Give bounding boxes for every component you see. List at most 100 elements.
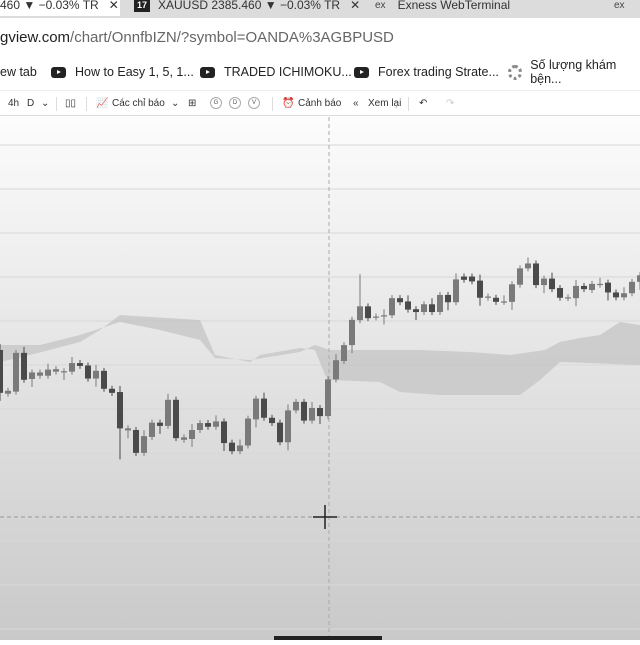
- bookmark-forex-trading[interactable]: Forex trading Strate...: [354, 65, 499, 79]
- youtube-icon: [51, 66, 66, 78]
- candle-body: [173, 399, 179, 439]
- undo-icon[interactable]: ↶: [419, 98, 427, 109]
- candle-body: [229, 442, 235, 452]
- alert-button[interactable]: Cảnh báo: [298, 98, 341, 109]
- bookmark-traded-ichimoku[interactable]: TRADED ICHIMOKU...: [200, 65, 352, 79]
- tab-strip: 460 ▼ −0.03% TR ✕ 17 XAUUSD 2385.460 ▼ −0.…: [0, 0, 640, 18]
- interval-d-button[interactable]: D: [27, 98, 34, 109]
- candle-body: [125, 428, 131, 431]
- close-icon[interactable]: ✕: [350, 0, 360, 12]
- address-bar[interactable]: gview.com/chart/OnnfbIZN/?symbol=OANDA%3…: [0, 18, 640, 54]
- chart-canvas[interactable]: [0, 117, 640, 640]
- candle-body: [285, 410, 291, 443]
- v-button[interactable]: V: [248, 97, 260, 109]
- g-button[interactable]: G: [210, 97, 222, 109]
- candle-body: [557, 287, 563, 298]
- candle-body: [301, 401, 307, 421]
- candle-body: [261, 398, 267, 418]
- candle-body: [269, 417, 275, 424]
- candle-body: [189, 430, 195, 439]
- candle-body: [61, 371, 67, 373]
- candle-body: [69, 363, 75, 372]
- divider: [56, 97, 57, 111]
- divider: [408, 97, 409, 111]
- candle-body: [149, 422, 155, 437]
- candle-body: [389, 298, 395, 316]
- candle-body: [453, 279, 459, 303]
- candle-body: [5, 390, 11, 394]
- gear-icon: [508, 64, 523, 80]
- chevron-down-icon[interactable]: ⌄: [171, 98, 179, 109]
- candle-body: [621, 293, 627, 298]
- tab-gbpusd[interactable]: 460 ▼ −0.03% TR ✕: [0, 0, 120, 16]
- candle-body: [197, 423, 203, 430]
- candle-body: [589, 283, 595, 290]
- candle-body: [13, 352, 19, 392]
- candle-body: [93, 370, 99, 379]
- candle-body: [205, 423, 211, 427]
- indicators-icon[interactable]: 📈: [96, 98, 108, 109]
- candle-body: [253, 398, 259, 420]
- youtube-icon: [200, 66, 215, 78]
- interval-4h-button[interactable]: 4h: [8, 98, 19, 109]
- candle-body: [381, 315, 387, 317]
- indicators-button[interactable]: Các chỉ báo: [112, 98, 165, 109]
- bookmark-new-tab[interactable]: ew tab: [0, 65, 37, 79]
- candle-body: [437, 294, 443, 313]
- candle-body: [573, 285, 579, 299]
- candlestick-icon[interactable]: ▯▯: [65, 98, 76, 109]
- tab-xauusd[interactable]: 17 XAUUSD 2385.460 ▼ −0.03% TR ✕: [134, 0, 360, 16]
- candle-body: [109, 388, 115, 393]
- candle-body: [213, 421, 219, 427]
- candle-body: [413, 309, 419, 313]
- d-button[interactable]: D: [229, 97, 241, 109]
- candle-body: [293, 401, 299, 411]
- bookmark-how-to-easy[interactable]: How to Easy 1, 5, 1...: [51, 65, 194, 79]
- tab-exness-2[interactable]: ex: [614, 0, 637, 16]
- candle-body: [429, 304, 435, 313]
- candle-body: [581, 285, 587, 290]
- candle-body: [477, 280, 483, 298]
- candle-body: [629, 281, 635, 294]
- candle-body: [181, 437, 187, 440]
- divider: [86, 97, 87, 111]
- candle-body: [53, 369, 59, 372]
- candle-body: [141, 436, 147, 453]
- candle-body: [445, 294, 451, 303]
- alarm-clock-icon[interactable]: ⏰: [282, 98, 294, 109]
- candle-body: [541, 278, 547, 286]
- candle-body: [85, 365, 91, 379]
- close-icon[interactable]: ✕: [109, 0, 119, 12]
- bookmarks-bar: ew tab How to Easy 1, 5, 1... TRADED ICH…: [0, 56, 640, 88]
- candle-body: [101, 370, 107, 389]
- candle-body: [277, 422, 283, 443]
- bookmark-so-luong[interactable]: Số lượng khám bện...: [508, 58, 640, 86]
- youtube-icon: [354, 66, 369, 78]
- candle-body: [469, 276, 475, 282]
- candle-body: [517, 268, 523, 285]
- scroll-indicator[interactable]: [274, 636, 382, 640]
- candle-body: [341, 345, 347, 362]
- candle-body: [461, 276, 467, 280]
- candle-body: [45, 369, 51, 376]
- replay-icon[interactable]: «: [353, 98, 359, 109]
- chart-toolbar: 4h D ⌄ ▯▯ 📈 Các chỉ báo ⌄ ⊞ G D V ⏰ Cảnh…: [0, 90, 640, 116]
- candle-body: [333, 360, 339, 380]
- candle-body: [21, 352, 27, 380]
- candle-body: [549, 278, 555, 290]
- candle-body: [157, 422, 163, 426]
- tab-exness[interactable]: exExness WebTerminal✕: [375, 0, 640, 16]
- candle-body: [165, 399, 171, 426]
- candle-body: [525, 263, 531, 269]
- replay-button[interactable]: Xem lại: [368, 98, 401, 109]
- candle-body: [245, 418, 251, 446]
- redo-icon[interactable]: ↷: [446, 98, 454, 109]
- chevron-down-icon[interactable]: ⌄: [41, 98, 49, 109]
- layout-grid-icon[interactable]: ⊞: [188, 98, 196, 109]
- candle-body: [565, 297, 571, 299]
- candle-body: [485, 296, 491, 298]
- candle-body: [133, 430, 139, 453]
- divider: [272, 97, 273, 111]
- candle-body: [405, 301, 411, 310]
- candle-body: [605, 282, 611, 293]
